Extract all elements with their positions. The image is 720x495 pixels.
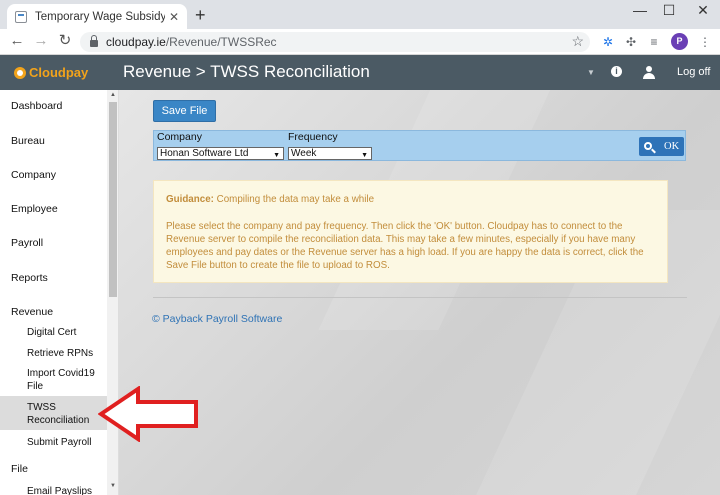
info-icon[interactable]: i (611, 66, 622, 77)
logoff-link[interactable]: Log off (677, 66, 710, 78)
sidebar-subitem-email-payslips[interactable]: Email Payslips (27, 485, 107, 495)
sidebar-subitem-twss-reconciliation[interactable]: TWSS Reconciliation (27, 401, 99, 427)
sidebar-subitem-retrieve-rpns[interactable]: Retrieve RPNs (27, 347, 107, 360)
bookmark-star-icon[interactable]: ☆ (571, 33, 584, 50)
sidebar-item-dashboard[interactable]: Dashboard (11, 100, 62, 112)
ok-button[interactable]: OK (639, 137, 684, 156)
back-icon[interactable]: ← (8, 33, 26, 49)
chevron-down-icon: ▼ (273, 152, 280, 159)
minimize-icon[interactable]: — (625, 2, 655, 18)
browser-toolbar: ← → ↻ cloudpay.ie/Revenue/TWSSRec ☆ ✲ ✣ … (0, 29, 720, 55)
extension-icon[interactable]: ✲ (600, 34, 616, 50)
puzzle-icon[interactable]: ✣ (623, 34, 639, 50)
tab-title: Temporary Wage Subsidy Scheme (35, 10, 165, 23)
search-icon (644, 142, 652, 150)
company-select[interactable]: Honan Software Ltd ▼ (157, 147, 284, 160)
browser-tab[interactable]: Temporary Wage Subsidy Scheme ✕ (7, 4, 187, 29)
sidebar-subitem-digital-cert[interactable]: Digital Cert (27, 326, 107, 339)
browser-tabstrip: Temporary Wage Subsidy Scheme ✕ + — ☐ ✕ (0, 0, 720, 29)
guidance-summary: Compiling the data may take a while (216, 194, 375, 205)
forward-icon[interactable]: → (32, 33, 50, 49)
save-file-button[interactable]: Save File (153, 100, 216, 122)
sidebar-subitem-submit-payroll[interactable]: Submit Payroll (27, 436, 107, 449)
divider (153, 297, 687, 298)
scroll-down-icon[interactable]: ▼ (110, 483, 116, 489)
sidebar-item-bureau[interactable]: Bureau (11, 135, 45, 147)
app-header: Cloudpay Revenue > TWSS Reconciliation ▼… (0, 55, 720, 90)
profile-avatar[interactable]: P (671, 33, 688, 50)
reload-icon[interactable]: ↻ (56, 33, 74, 49)
copyright-link[interactable]: © Payback Payroll Software (152, 313, 282, 325)
page-favicon-icon (15, 10, 27, 23)
red-arrow-annotation (98, 386, 198, 442)
frequency-select[interactable]: Week ▼ (288, 147, 372, 160)
maximize-icon[interactable]: ☐ (654, 2, 684, 19)
media-icon[interactable]: ≡ (646, 34, 662, 50)
sidebar-item-payroll[interactable]: Payroll (11, 237, 43, 249)
sidebar-subitem-import-covid19[interactable]: Import Covid19 File (27, 367, 99, 393)
guidance-body: Please select the company and pay freque… (166, 221, 644, 271)
lock-icon (90, 35, 98, 47)
guidance-panel: Guidance: Compiling the data may take a … (153, 180, 668, 283)
address-bar[interactable]: cloudpay.ie/Revenue/TWSSRec ☆ (80, 32, 590, 52)
url-text: cloudpay.ie/Revenue/TWSSRec (106, 35, 277, 49)
menu-kebab-icon[interactable]: ⋮ (697, 34, 713, 50)
chevron-down-icon: ▼ (361, 152, 368, 159)
frequency-label: Frequency (288, 131, 338, 143)
cloudpay-logo-icon (14, 66, 26, 79)
close-tab-icon[interactable]: ✕ (169, 10, 179, 24)
close-window-icon[interactable]: ✕ (688, 2, 718, 19)
user-icon[interactable] (643, 66, 655, 79)
company-label: Company (157, 131, 202, 143)
sidebar-item-revenue[interactable]: Revenue (11, 306, 53, 318)
sidebar-item-reports[interactable]: Reports (11, 272, 48, 284)
scroll-up-icon[interactable]: ▲ (110, 92, 116, 98)
filter-bar: Company Honan Software Ltd ▼ Frequency We… (153, 130, 686, 161)
page-title: Revenue > TWSS Reconciliation (123, 62, 370, 81)
guidance-heading: Guidance: (166, 194, 214, 205)
sidebar-item-company[interactable]: Company (11, 169, 56, 181)
cloudpay-logo[interactable]: Cloudpay (14, 65, 88, 80)
scrollbar-thumb[interactable] (109, 102, 117, 297)
new-tab-button[interactable]: + (195, 6, 206, 24)
main-content: Save File Company Honan Software Ltd ▼ Fr… (119, 90, 720, 495)
sidebar-item-file[interactable]: File (11, 463, 28, 475)
caret-down-icon[interactable]: ▼ (587, 68, 595, 77)
logo-text: Cloudpay (29, 65, 89, 80)
sidebar-item-employee[interactable]: Employee (11, 203, 58, 215)
